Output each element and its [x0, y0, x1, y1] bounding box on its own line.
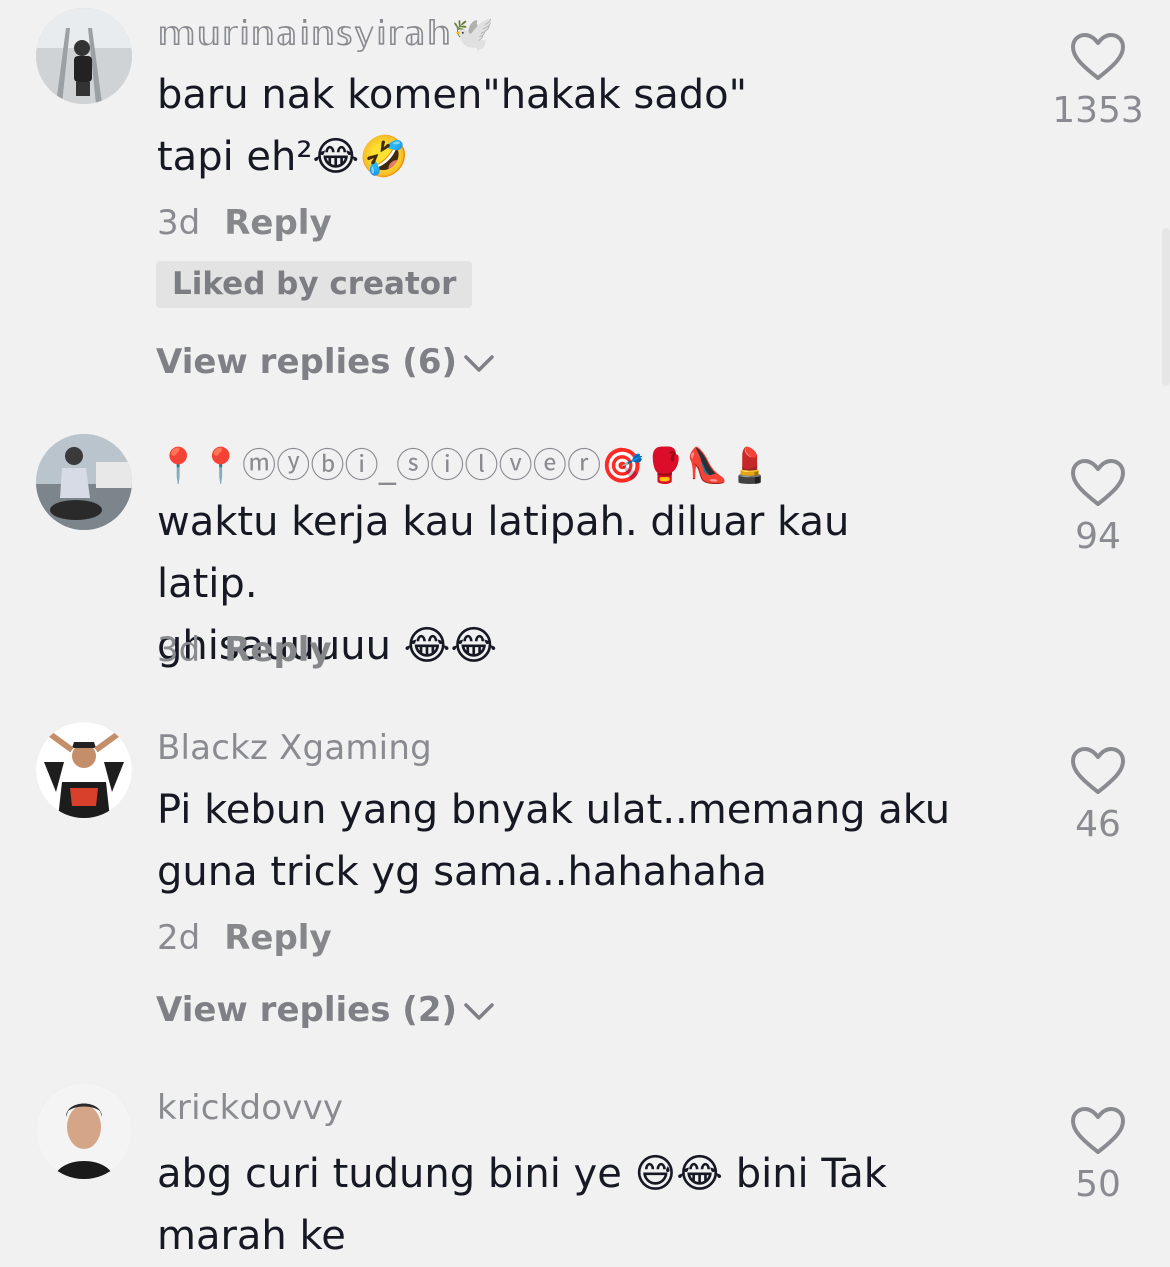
- comment-text-line: waktu kerja kau latipah. diluar kau lati…: [157, 499, 850, 607]
- heart-outline-icon: [1071, 459, 1125, 506]
- view-replies-button[interactable]: View replies (2): [156, 990, 495, 1030]
- view-replies-button[interactable]: View replies (6): [156, 342, 495, 382]
- comment-username[interactable]: Blackz Xgaming: [157, 728, 432, 768]
- avatar[interactable]: [36, 434, 132, 530]
- comment-age: 2d: [157, 918, 201, 958]
- comment-text: Pi kebun yang bnyak ulat..memang aku gun…: [157, 779, 957, 903]
- heart-outline-icon: [1071, 33, 1125, 80]
- like-button[interactable]: 1353: [1050, 32, 1146, 131]
- comment-text: abg curi tudung bini ye 😅😂 bini Tak mara…: [157, 1143, 957, 1267]
- scrollbar[interactable]: [1162, 228, 1170, 386]
- comment-username[interactable]: 📍📍ⓜⓨⓑⓘ_ⓢⓘⓛⓥⓔⓡ🎯🥊👠💄: [157, 438, 771, 487]
- chevron-down-icon: [464, 354, 494, 372]
- like-count: 1353: [1052, 90, 1144, 131]
- reply-button[interactable]: Reply: [224, 918, 331, 958]
- liked-by-creator-badge: Liked by creator: [156, 261, 473, 308]
- comment-text-line: abg curi tudung bini ye 😅😂 bini Tak: [157, 1151, 887, 1197]
- avatar[interactable]: [36, 722, 132, 818]
- comment-text-line: tapi eh²😂🤣: [157, 134, 409, 180]
- like-count: 94: [1075, 516, 1121, 557]
- comment-text-line: marah ke: [157, 1213, 346, 1259]
- like-button[interactable]: 46: [1050, 746, 1146, 845]
- comment-age: 3d: [157, 203, 201, 243]
- comment-username[interactable]: 𝕞𝕦𝕣𝕚𝕟𝕒𝕚𝕟𝕤𝕪𝕚𝕣𝕒𝕙🕊️: [157, 14, 494, 54]
- like-count: 50: [1075, 1164, 1121, 1205]
- reply-button[interactable]: Reply: [224, 203, 331, 243]
- chevron-down-icon: [464, 1002, 494, 1020]
- comment-text-line: guna trick yg sama..hahahaha: [157, 849, 767, 895]
- heart-outline-icon: [1071, 1107, 1125, 1154]
- comment-text-line: baru nak komen"hakak sado": [157, 72, 748, 118]
- comment-meta: 3d Reply: [157, 203, 332, 243]
- avatar[interactable]: [36, 1083, 132, 1179]
- reply-button[interactable]: Reply: [224, 630, 331, 670]
- like-button[interactable]: 50: [1050, 1106, 1146, 1205]
- like-count: 46: [1075, 804, 1121, 845]
- comment-text: baru nak komen"hakak sado" tapi eh²😂🤣: [157, 64, 957, 188]
- comment-age: 3d: [157, 630, 201, 670]
- comment-username[interactable]: krickdovvy: [157, 1088, 343, 1128]
- heart-outline-icon: [1071, 747, 1125, 794]
- comment-text-line: Pi kebun yang bnyak ulat..memang aku: [157, 787, 951, 833]
- comment-meta: 3d Reply: [157, 630, 332, 670]
- like-button[interactable]: 94: [1050, 458, 1146, 557]
- comment-meta: 2d Reply: [157, 918, 332, 958]
- avatar[interactable]: [36, 8, 132, 104]
